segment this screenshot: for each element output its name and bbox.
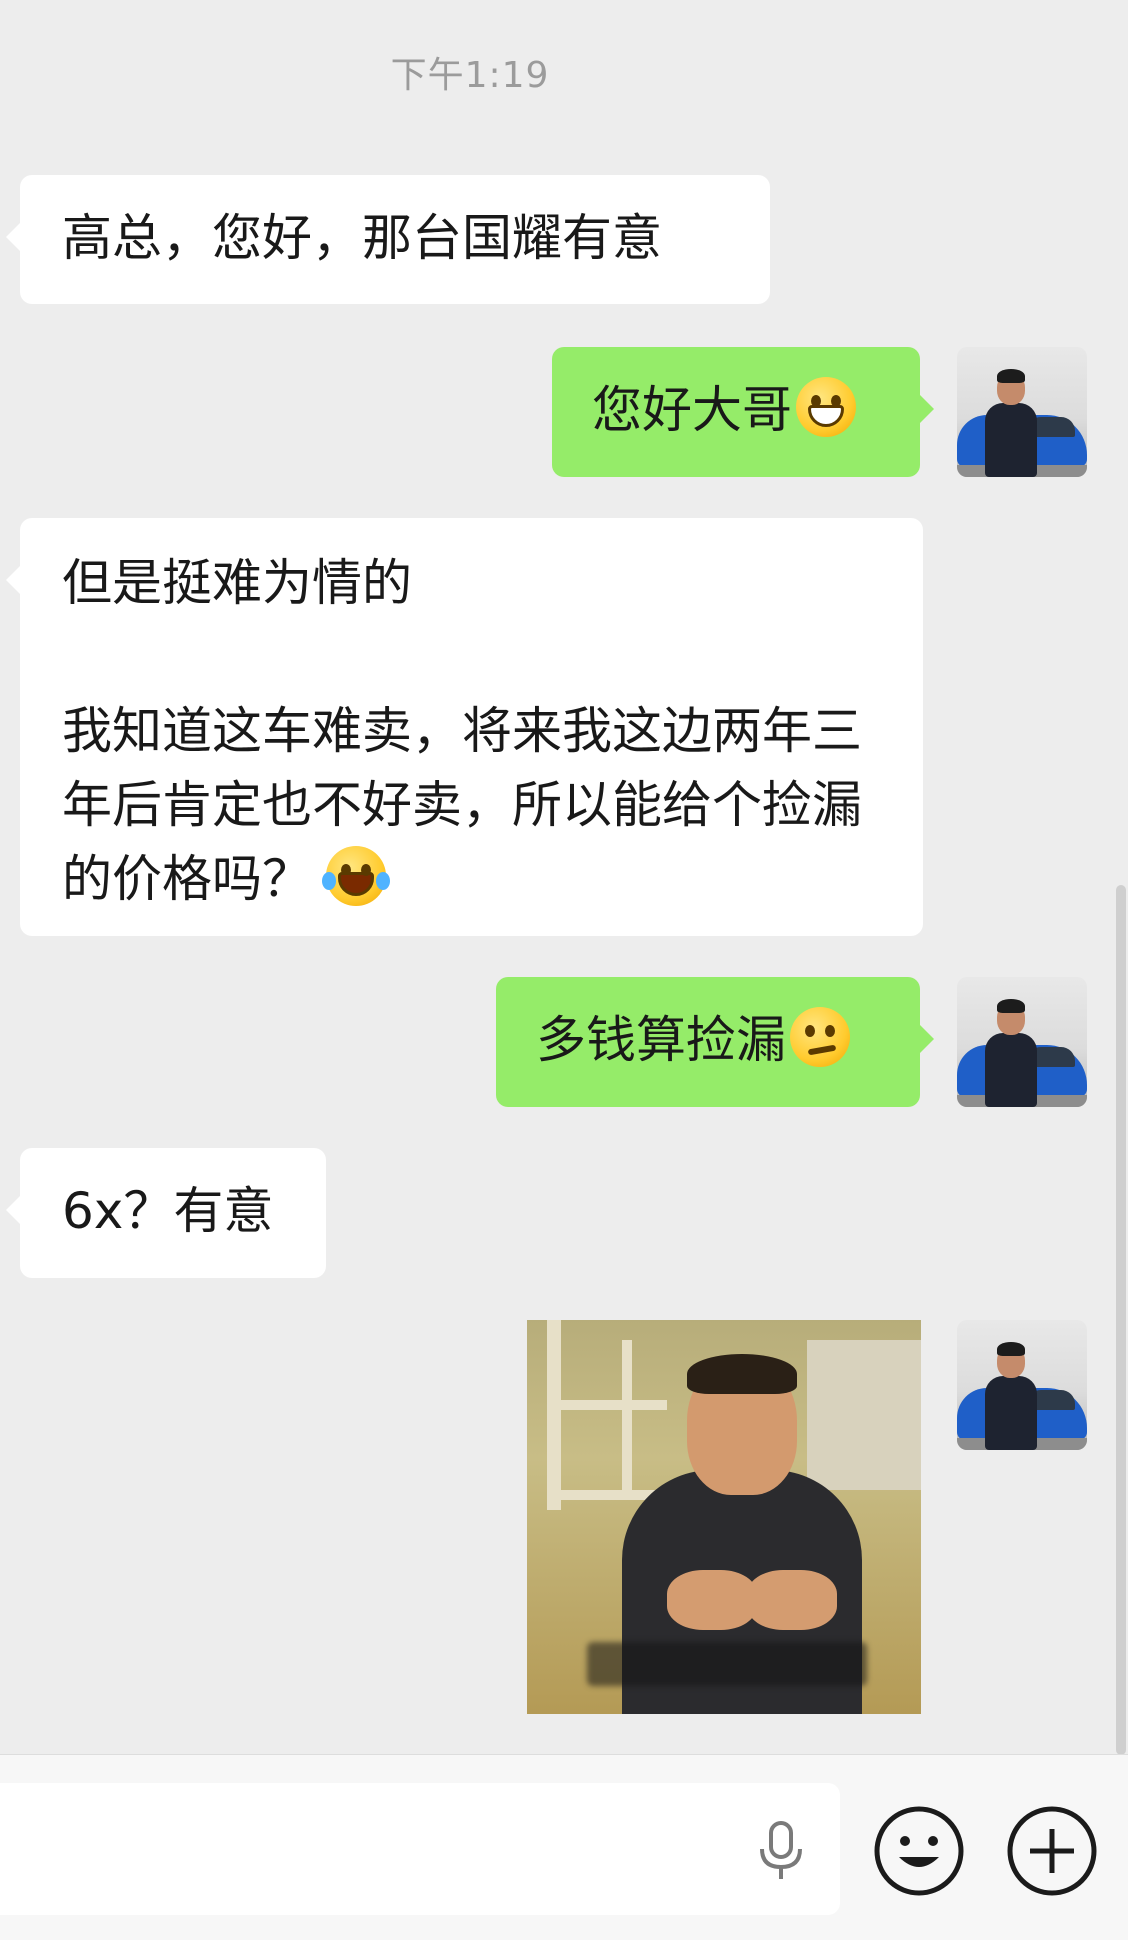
- message-text: 高总，您好，那台国耀有意: [62, 209, 662, 267]
- man-clutching-chest-sticker[interactable]: [527, 1320, 921, 1714]
- sent-message[interactable]: 您好大哥: [552, 347, 934, 477]
- received-message[interactable]: 但是挺难为情的 我知道这车难卖，将来我这边两年三年后肯定也不好卖，所以能给个捡漏…: [6, 518, 923, 936]
- microphone-icon[interactable]: [754, 1821, 808, 1881]
- message-text: 但是挺难为情的 我知道这车难卖，将来我这边两年三年后肯定也不好卖，所以能给个捡漏…: [62, 554, 862, 908]
- message-input[interactable]: [0, 1783, 840, 1915]
- smirk-emoji-icon: [790, 1007, 850, 1067]
- my-avatar[interactable]: [957, 347, 1087, 477]
- grinning-emoji-icon: [796, 377, 856, 437]
- scrollbar[interactable]: [1116, 885, 1126, 1755]
- timestamp: 下午1:19: [390, 55, 550, 96]
- my-avatar[interactable]: [957, 977, 1087, 1107]
- smiley-face-icon[interactable]: [873, 1805, 965, 1897]
- sent-message[interactable]: 多钱算捡漏: [496, 977, 934, 1107]
- my-avatar[interactable]: [957, 1320, 1087, 1450]
- tears-of-joy-emoji-icon: [322, 846, 390, 906]
- message-text: 多钱算捡漏: [536, 1011, 786, 1069]
- message-text: 6x？有意: [62, 1182, 274, 1240]
- message-text: 您好大哥: [592, 381, 792, 439]
- input-bar: [0, 1754, 1128, 1940]
- received-message[interactable]: 高总，您好，那台国耀有意: [6, 175, 770, 304]
- plus-icon[interactable]: [1006, 1805, 1098, 1897]
- received-message[interactable]: 6x？有意: [6, 1148, 326, 1278]
